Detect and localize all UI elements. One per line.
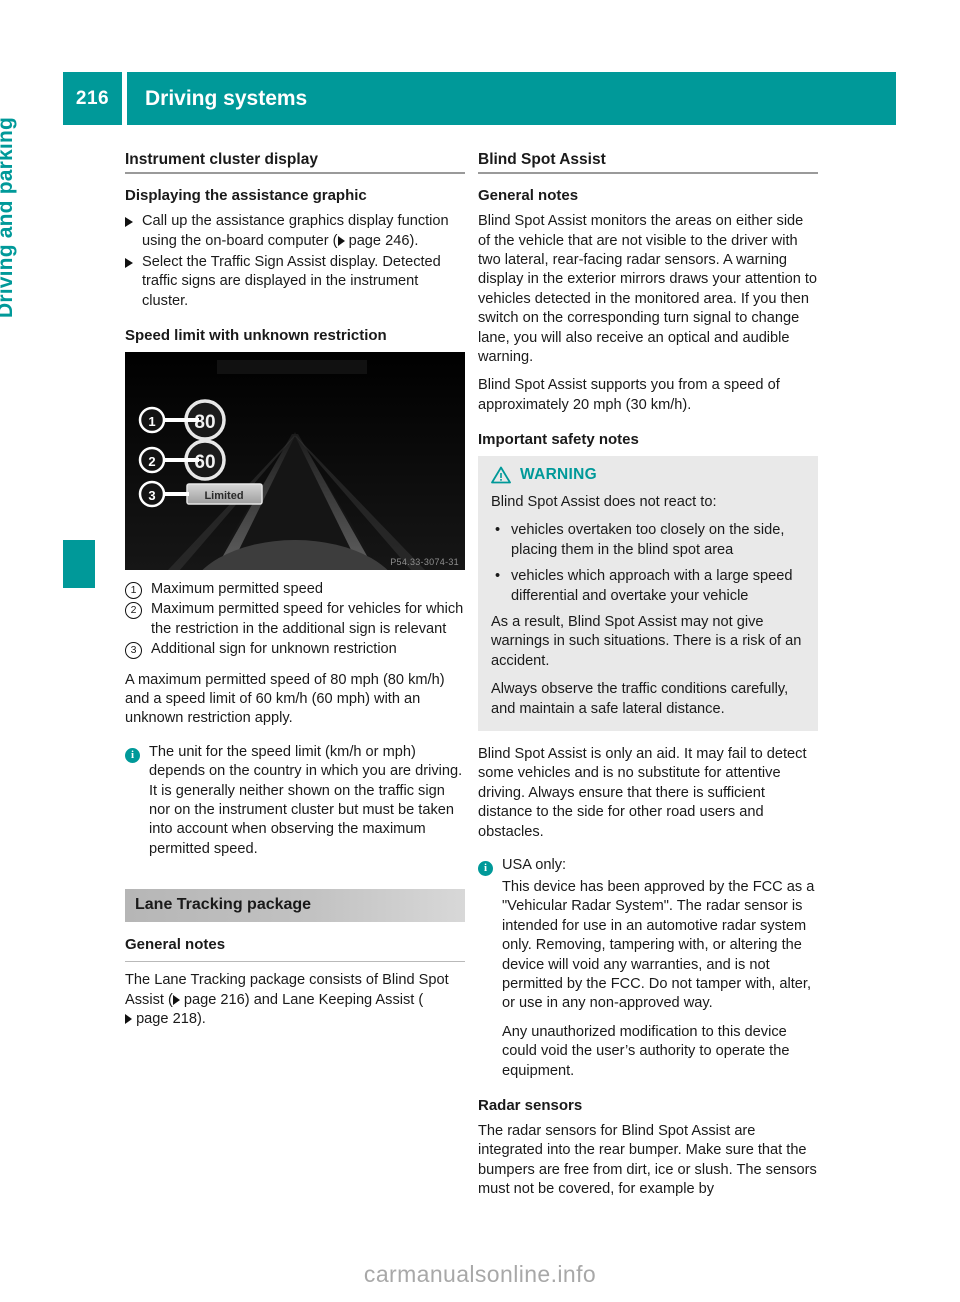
info-icon: i [125, 743, 149, 859]
figure-callout-2: 2 [148, 454, 155, 469]
step-text-after: ). [409, 232, 419, 249]
figure-caption-code: P54.33-3074-31 [390, 556, 459, 567]
left-subheading-speed-limit: Speed limit with unknown restriction [125, 327, 387, 345]
right-section-title: Blind Spot Assist [478, 151, 606, 168]
warning-bullet-text: vehicles which approach with a large spe… [511, 568, 793, 604]
page-ref-triangle-icon [172, 994, 180, 1005]
right-subheading-general-notes: General notes [478, 187, 579, 205]
page-reference: page 246 [337, 232, 410, 249]
instrument-cluster-graphic: 80 60 Limited 1 2 3 [125, 351, 465, 570]
blind-spot-description: Blind Spot Assist monitors the areas on … [478, 213, 818, 365]
footer-watermark: carmanualsonline.info [363, 1261, 597, 1287]
side-tab-label: Driving and parking [0, 117, 17, 318]
usa-note-paragraph-2: Any unauthorized modification to this de… [502, 1023, 790, 1079]
warning-bullet: • vehicles which approach with a large s… [491, 567, 805, 606]
step-triangle-icon [125, 212, 142, 251]
legend-item: 2 Maximum permitted speed for vehicles f… [125, 600, 465, 639]
page-ref-triangle-icon [337, 235, 345, 246]
figure-callout-3: 3 [148, 488, 155, 503]
figure-callout-1: 1 [148, 414, 155, 429]
usa-note-title: USA only: [502, 857, 567, 874]
legend-number-icon: 3 [125, 640, 151, 660]
warning-header: WARNING [491, 466, 805, 484]
lane-tracking-body-part-3: ). [196, 1011, 206, 1028]
warning-box: WARNING Blind Spot Assist does not react… [478, 455, 818, 731]
header-page-number: 216 [63, 72, 122, 125]
section-rule [478, 172, 818, 175]
legend-number-icon: 1 [125, 580, 151, 599]
page-reference: page 218 [125, 1011, 197, 1027]
side-tab-marker [63, 540, 95, 588]
warning-bullet-text: vehicles overtaken too closely on the si… [511, 522, 785, 558]
info-note-text: The unit for the speed limit (km/h or mp… [149, 743, 463, 857]
page-reference: page 216 [172, 991, 245, 1008]
info-icon: i [478, 856, 502, 877]
warning-bullet: • vehicles overtaken too closely on the … [491, 521, 805, 560]
left-subheading-general-notes: General notes [125, 936, 226, 954]
bullet-dot-icon: • [495, 522, 501, 539]
left-section-title: Instrument cluster display [125, 151, 318, 168]
subheading-rule [125, 960, 465, 963]
right-column: Blind Spot Assist General notes Blind Sp… [478, 150, 818, 1208]
legend-text: Maximum permitted speed [151, 580, 323, 597]
figure-sign-2-value: 60 [194, 452, 215, 473]
figure-sign-1-value: 80 [194, 412, 215, 433]
left-subheading-displaying: Displaying the assistance graphic [125, 187, 367, 205]
figure-legend: 1 Maximum permitted speed 2 Maximum perm… [125, 580, 465, 660]
warning-intro: Blind Spot Assist does not react to: [491, 493, 717, 510]
warning-triangle-icon [491, 466, 511, 484]
warning-label: WARNING [520, 465, 598, 483]
right-subheading-radar-sensors: Radar sensors [478, 1097, 583, 1115]
step-text: Select the Traffic Sign Assist display. … [142, 253, 441, 309]
radar-sensors-body: The radar sensors for Blind Spot Assist … [478, 1122, 817, 1198]
legend-text: Maximum permitted speed for vehicles for… [151, 601, 464, 637]
section-rule [125, 172, 465, 175]
step-item: Select the Traffic Sign Assist display. … [125, 253, 465, 311]
step-text: Call up the assistance graphics display … [142, 212, 465, 251]
warning-paragraph-1: As a result, Blind Spot Assist may not g… [491, 613, 802, 669]
legend-item: 3 Additional sign for unknown restrictio… [125, 640, 465, 660]
page-reference-label: page 216 [183, 991, 245, 1008]
bullet-dot-icon: • [495, 568, 501, 585]
page-ref-triangle-icon [125, 1014, 132, 1025]
lane-tracking-body-part-2: ) and Lane Keeping Assist ( [244, 991, 424, 1008]
info-note: i The unit for the speed limit (km/h or … [125, 743, 465, 859]
usa-note-body: This device has been approved by the FCC… [478, 878, 818, 1081]
left-body-paragraph: A maximum permitted speed of 80 mph (80 … [125, 671, 445, 727]
usa-only-note: i USA only: [478, 856, 818, 877]
header-title: Driving systems [127, 72, 896, 125]
legend-item: 1 Maximum permitted speed [125, 580, 465, 599]
instrument-cluster-figure: 80 60 Limited 1 2 3 P54.33-3074-31 [125, 351, 465, 570]
page-reference-label: page 246 [348, 232, 410, 249]
manual-page: 216 Driving systems Driving and parking … [0, 0, 960, 1302]
lane-tracking-body: The Lane Tracking package consists of Bl… [125, 971, 465, 1029]
step-item: Call up the assistance graphics display … [125, 212, 465, 251]
blind-spot-speed-note: Blind Spot Assist supports you from a sp… [478, 377, 780, 413]
usa-note-paragraph-1: This device has been approved by the FCC… [502, 879, 815, 1012]
blind-spot-aid-note: Blind Spot Assist is only an aid. It may… [478, 746, 807, 840]
right-subheading-safety-notes: Important safety notes [478, 431, 639, 449]
legend-number-icon: 2 [125, 600, 151, 639]
page-header: 216 Driving systems [63, 72, 896, 125]
figure-sign-3-value: Limited [204, 490, 243, 502]
left-column: Instrument cluster display Displaying th… [125, 150, 465, 1039]
page-reference-label: page 218 [136, 1011, 197, 1028]
warning-paragraph-2: Always observe the traffic conditions ca… [491, 681, 789, 717]
lane-tracking-band-heading: Lane Tracking package [125, 889, 465, 923]
step-triangle-icon [125, 253, 142, 311]
legend-text: Additional sign for unknown restriction [151, 641, 397, 658]
